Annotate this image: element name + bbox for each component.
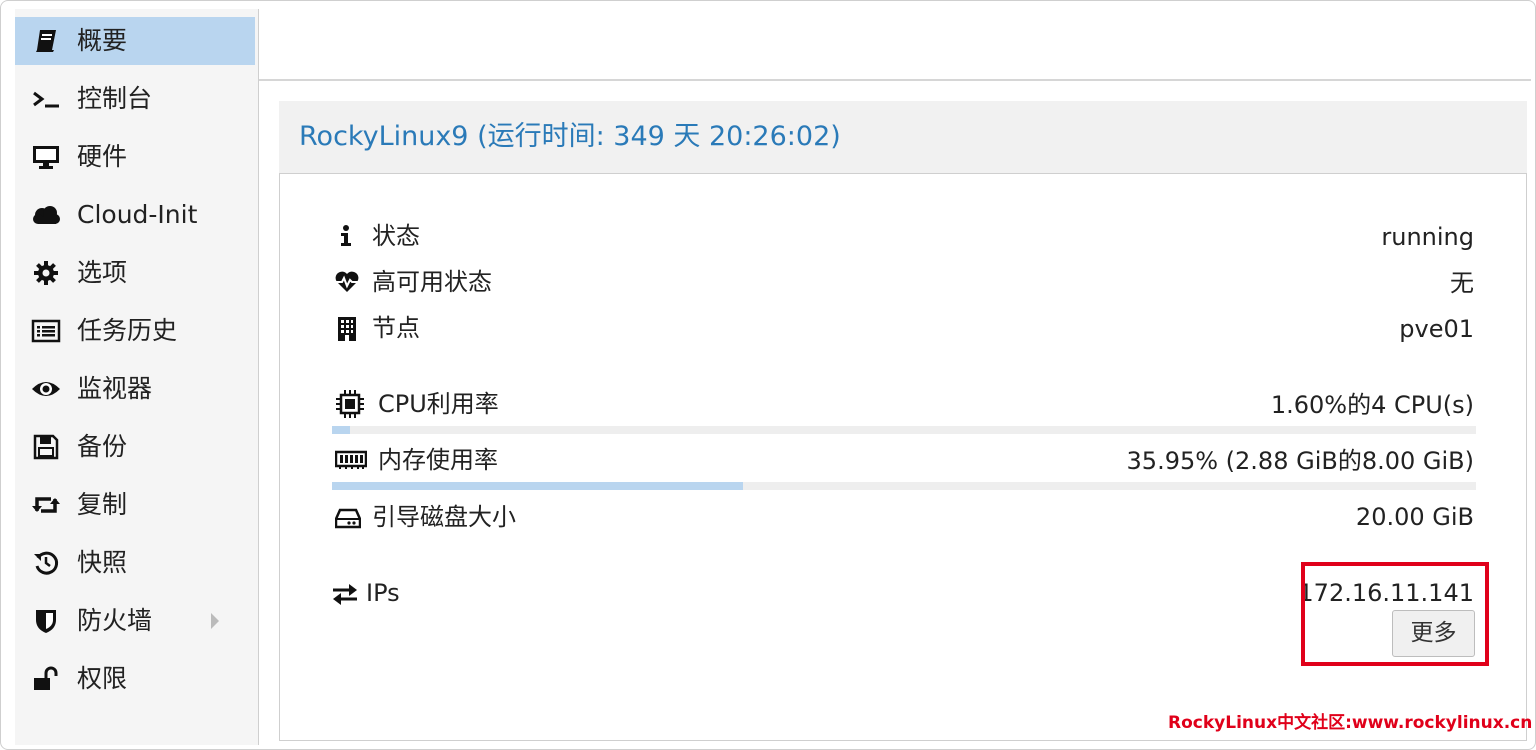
sidebar-item-hardware[interactable]: 硬件 <box>15 133 255 181</box>
memory-icon <box>334 450 368 474</box>
history-icon <box>31 549 61 577</box>
sidebar: 概要 控制台 硬件 Cloud-Init 选项 任务历史 监视器 备份 复制 快… <box>15 9 259 745</box>
cpu-value: 1.60%的4 CPU(s) <box>1270 391 1474 419</box>
heartbeat-icon <box>334 270 360 298</box>
unlock-icon <box>31 665 61 693</box>
state-label: 状态 <box>372 222 420 250</box>
node-label: 节点 <box>372 314 420 342</box>
terminal-icon <box>31 85 61 113</box>
ha-label: 高可用状态 <box>372 268 492 296</box>
monitor-icon <box>31 143 61 171</box>
sidebar-item-replication[interactable]: 复制 <box>15 481 255 529</box>
memory-usage-bar <box>332 482 1476 490</box>
sidebar-item-options[interactable]: 选项 <box>15 249 255 297</box>
highlight-box <box>1301 562 1489 666</box>
chevron-right-icon[interactable] <box>209 611 221 635</box>
node-value: pve01 <box>1399 315 1474 343</box>
eye-icon <box>31 375 61 403</box>
cpu-icon <box>335 389 365 423</box>
window: 概要 控制台 硬件 Cloud-Init 选项 任务历史 监视器 备份 复制 快… <box>0 0 1536 750</box>
cloud-icon <box>31 201 61 229</box>
sidebar-item-label: 备份 <box>77 432 128 461</box>
book-icon <box>31 27 61 55</box>
panel-header: RockyLinux9 (运行时间: 349 天 20:26:02) <box>279 101 1527 173</box>
sidebar-item-backup[interactable]: 备份 <box>15 423 255 471</box>
ha-value: 无 <box>1450 269 1474 297</box>
cpu-label: CPU利用率 <box>378 390 499 418</box>
building-icon <box>336 316 358 346</box>
sidebar-item-label: 权限 <box>77 664 128 693</box>
sidebar-item-cloud-init[interactable]: Cloud-Init <box>15 191 255 239</box>
sidebar-item-firewall[interactable]: 防火墙 <box>15 597 255 645</box>
sidebar-item-permissions[interactable]: 权限 <box>15 655 255 703</box>
memory-value: 35.95% (2.88 GiB的8.00 GiB) <box>1126 447 1474 475</box>
sidebar-item-monitor[interactable]: 监视器 <box>15 365 255 413</box>
floppy-icon <box>31 433 61 461</box>
shield-icon <box>31 607 61 635</box>
sidebar-item-label: 防火墙 <box>77 606 153 635</box>
cpu-usage-bar <box>332 426 1476 434</box>
page-title: RockyLinux9 (运行时间: 349 天 20:26:02) <box>299 121 841 152</box>
info-icon <box>338 224 354 252</box>
watermark: RockyLinux中文社区:www.rockylinux.cn <box>1168 713 1533 733</box>
sidebar-item-label: 任务历史 <box>77 316 178 345</box>
ips-label: IPs <box>366 579 400 607</box>
status-panel: 状态 running 高可用状态 无 节点 pve01 CPU利用率 1.60%… <box>279 173 1532 741</box>
sidebar-item-label: Cloud-Init <box>77 200 198 229</box>
memory-label: 内存使用率 <box>378 446 498 474</box>
sidebar-item-label: 选项 <box>77 258 128 287</box>
boot-disk-value: 20.00 GiB <box>1355 503 1474 531</box>
cpu-usage-fill <box>332 426 351 434</box>
state-value: running <box>1381 223 1474 251</box>
sidebar-item-label: 复制 <box>77 490 128 519</box>
sidebar-item-label: 硬件 <box>77 142 128 171</box>
toolbar <box>259 9 1531 81</box>
sidebar-item-snapshot[interactable]: 快照 <box>15 539 255 587</box>
memory-usage-fill <box>332 482 744 490</box>
boot-disk-label: 引导磁盘大小 <box>372 503 516 531</box>
sidebar-item-label: 控制台 <box>77 84 153 113</box>
sidebar-item-task-history[interactable]: 任务历史 <box>15 307 255 355</box>
list-icon <box>31 317 61 345</box>
sidebar-item-label: 快照 <box>77 548 128 577</box>
sidebar-item-summary[interactable]: 概要 <box>15 17 255 65</box>
sidebar-item-label: 概要 <box>77 26 128 55</box>
gear-icon <box>31 259 61 287</box>
retweet-icon <box>31 491 61 519</box>
exchange-icon <box>331 583 359 609</box>
sidebar-item-label: 监视器 <box>77 374 153 403</box>
hdd-icon <box>334 507 362 533</box>
sidebar-item-console[interactable]: 控制台 <box>15 75 255 123</box>
